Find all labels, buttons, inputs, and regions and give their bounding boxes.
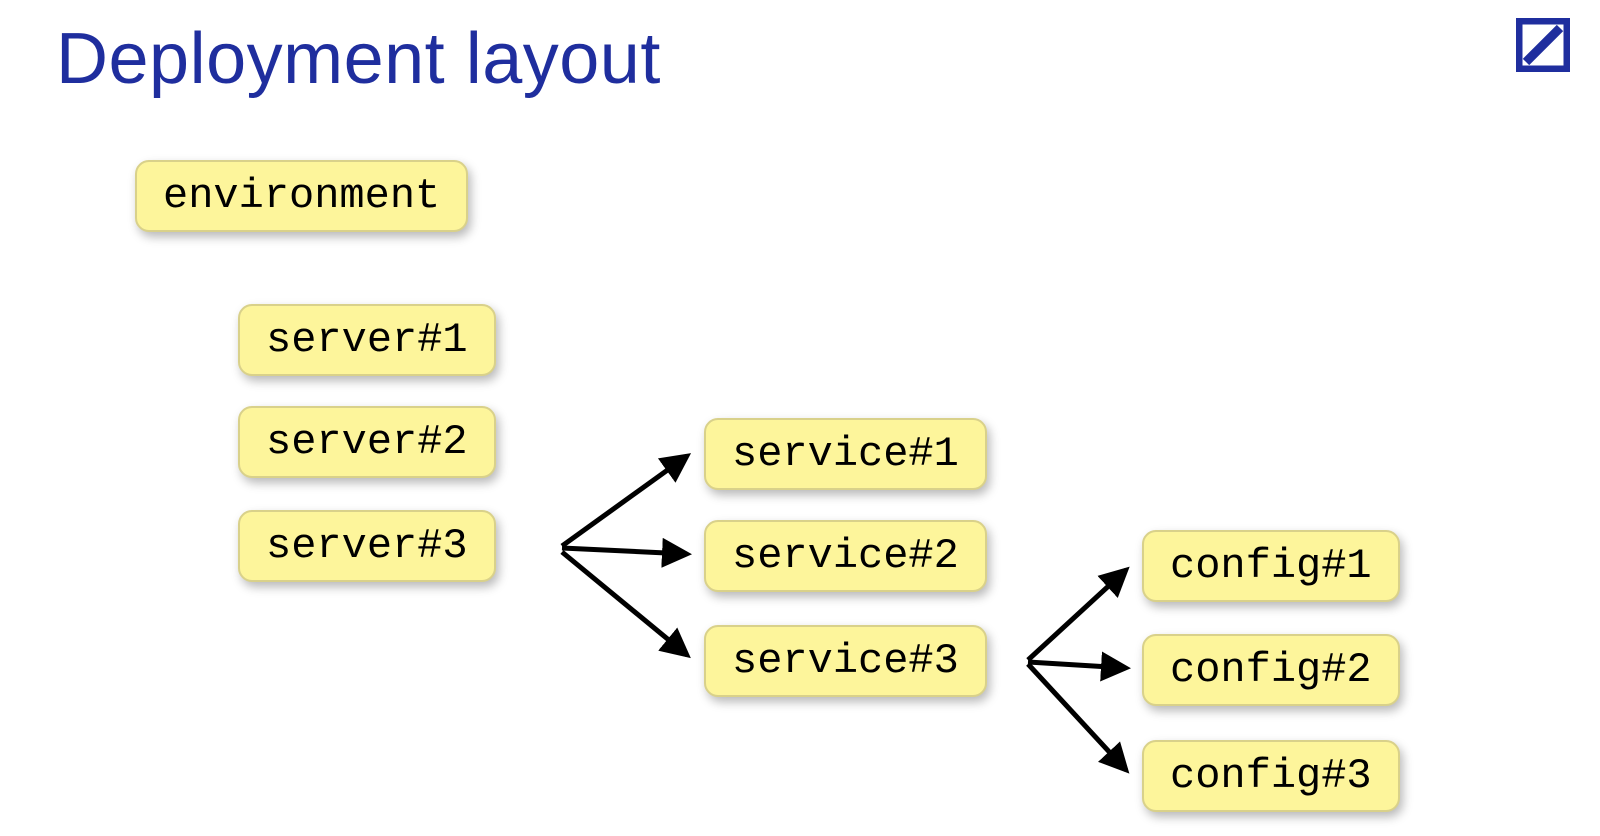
node-server-3: server#3: [238, 510, 496, 582]
node-service-2: service#2: [704, 520, 987, 592]
node-config-1: config#1: [1142, 530, 1400, 602]
slide: Deployment layout environment server#1 s…: [0, 0, 1600, 836]
node-service-3: service#3: [704, 625, 987, 697]
node-config-2: config#2: [1142, 634, 1400, 706]
node-server-1: server#1: [238, 304, 496, 376]
node-server-2: server#2: [238, 406, 496, 478]
node-service-1: service#1: [704, 418, 987, 490]
slide-title: Deployment layout: [56, 18, 661, 100]
node-environment: environment: [135, 160, 468, 232]
node-config-3: config#3: [1142, 740, 1400, 812]
db-logo-icon: [1516, 18, 1570, 72]
